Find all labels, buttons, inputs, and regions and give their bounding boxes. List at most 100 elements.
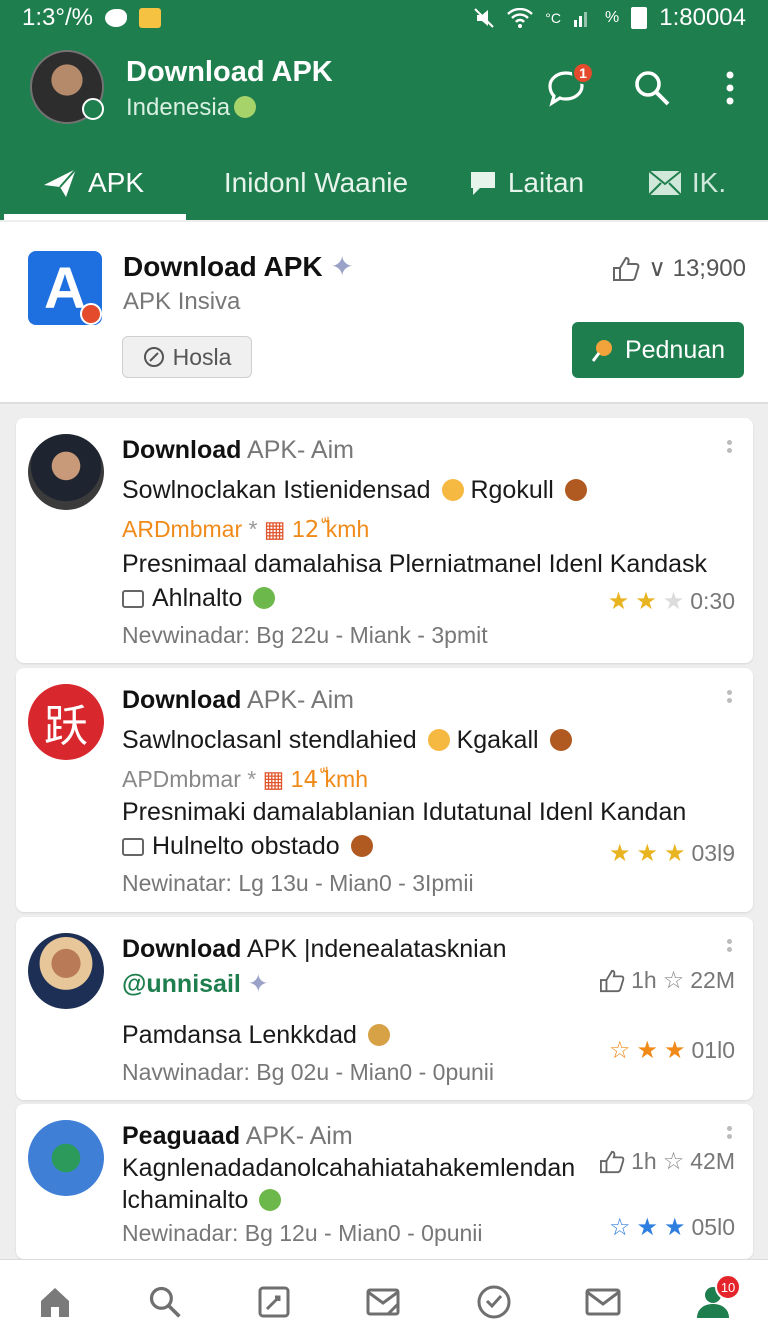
- post-title-tail: Rgokull: [470, 476, 554, 504]
- post-body: lchaminalto: [122, 1186, 282, 1215]
- chat-bubble-icon: [470, 172, 495, 195]
- post-attachment: Ahlnalto: [122, 584, 276, 613]
- battery-icon: [631, 7, 648, 29]
- sparkle-icon: ✦: [330, 251, 354, 282]
- tab-indonesia[interactable]: Inidonl Waanie: [186, 146, 446, 220]
- thumb-up-icon: [613, 256, 640, 281]
- star-icon: ★: [636, 1213, 658, 1241]
- post-rating: ★ ★ ★ 03l9: [609, 840, 735, 867]
- featured-app-card[interactable]: A Download APK ✦ APK Insiva Hosla ∨ 13;9…: [0, 222, 768, 404]
- post-footer: Nevwinadar: Bg 22u - Miank - 3pmit: [122, 622, 488, 648]
- nav-tasks[interactable]: [464, 1272, 524, 1332]
- post-footer: Newinatar: Lg 13u - Mian0 - 3Ipmii: [122, 870, 474, 896]
- post-meta-sep: *: [248, 516, 258, 542]
- post-body: Pamdansa Lenkkdad: [122, 1021, 390, 1050]
- star-icon: ★: [664, 1213, 686, 1241]
- post-title-tail: Kgakall: [456, 726, 539, 754]
- post-more-button[interactable]: [727, 690, 733, 708]
- send-icon: [43, 168, 77, 197]
- post-avatar[interactable]: [28, 434, 104, 510]
- thumb-up-icon: [600, 969, 625, 992]
- nav-profile[interactable]: 10: [683, 1272, 743, 1332]
- mail-icon: [585, 1288, 621, 1316]
- post-body: Presnimaal damalahisa Plerniatmanel Iden…: [122, 550, 708, 578]
- post-more-button[interactable]: [727, 1126, 733, 1144]
- post-avatar[interactable]: [28, 933, 104, 1009]
- wifi-icon: [507, 8, 534, 28]
- post-rating-value: 01l0: [691, 1037, 735, 1063]
- featured-subtitle: APK Insiva: [123, 288, 241, 315]
- post-card[interactable]: Peaguaad APK- Aim Kagnlenadadanolcahahia…: [16, 1104, 753, 1259]
- post-header: Download APK- Aim: [122, 436, 354, 465]
- app-subtitle-text: Indenesia: [126, 94, 231, 121]
- post-body-text: Pamdansa Lenkkdad: [122, 1021, 357, 1049]
- overflow-menu-button[interactable]: [708, 66, 752, 110]
- post-more-button[interactable]: [727, 939, 733, 957]
- tab-apk[interactable]: APK: [0, 146, 186, 220]
- nav-mail[interactable]: [573, 1272, 633, 1332]
- post-card[interactable]: Download APK- Aim Sowlnoclakan Istienide…: [16, 418, 753, 663]
- star-outline-icon: ★: [662, 587, 685, 615]
- profile-badge: 10: [715, 1274, 742, 1300]
- frog-emoji-icon: [234, 96, 257, 118]
- nav-drafts[interactable]: [354, 1272, 414, 1332]
- signal-icon: [574, 12, 587, 27]
- star-icon: ★: [636, 839, 658, 867]
- sync-status-icon: [82, 98, 104, 120]
- post-more-button[interactable]: [727, 440, 733, 458]
- tab-ik[interactable]: IK.: [606, 146, 768, 220]
- post-handle: APK- Aim: [247, 436, 354, 464]
- messages-button[interactable]: 1: [544, 62, 594, 110]
- mail-icon: [648, 170, 682, 196]
- post-handle: APK |ndenealatasknian: [247, 935, 507, 963]
- post-author: Download: [122, 436, 242, 464]
- post-meta: ARDmbmar * ▦ 12ّ kmh: [122, 516, 369, 543]
- post-handle: APK- Aim: [247, 686, 354, 714]
- thumb-up-icon: [600, 1150, 625, 1173]
- star-outline-icon: ☆: [662, 1147, 685, 1175]
- post-avatar-glyph: 跃: [44, 701, 88, 752]
- profile-avatar[interactable]: [30, 50, 104, 124]
- featured-tag-chip[interactable]: Hosla: [122, 336, 252, 378]
- featured-likes: ∨ 13;900: [612, 254, 746, 283]
- post-meta-a: APDmbmar: [122, 766, 241, 792]
- star-icon: ★: [636, 1036, 658, 1064]
- post-body: Presnimaki damalablanian Idutatunal Iden…: [122, 798, 687, 826]
- nav-search[interactable]: [135, 1272, 195, 1332]
- mute-icon: [474, 8, 494, 28]
- post-header: Download APK |ndenealatasknian: [122, 935, 506, 964]
- face-emoji-icon: [441, 479, 464, 501]
- post-card[interactable]: Download APK |ndenealatasknian @unnisail…: [16, 917, 753, 1100]
- post-author: Peaguaad: [122, 1122, 241, 1150]
- bottom-navigation: 10: [0, 1259, 768, 1344]
- tab-bar: APK Inidonl Waanie Laitan IK.: [0, 146, 768, 220]
- post-header: Download APK- Aim: [122, 686, 354, 715]
- tab-laitan[interactable]: Laitan: [446, 146, 606, 220]
- star-icon: ★: [608, 839, 631, 867]
- post-avatar[interactable]: [28, 1120, 104, 1196]
- featured-action-button[interactable]: Pednuan: [572, 322, 744, 378]
- featured-title-text: Download APK: [123, 251, 323, 282]
- home-icon: [40, 1288, 69, 1317]
- nav-compose[interactable]: [244, 1272, 304, 1332]
- post-card[interactable]: 跃 Download APK- Aim Sawlnoclasanl stendl…: [16, 668, 753, 912]
- post-meta-b: 12ّ kmh: [291, 516, 370, 542]
- post-title-text: Sowlnoclakan Istienidensad: [122, 476, 431, 504]
- tab-indonesia-label: Inidonl Waanie: [223, 167, 409, 198]
- star-icon: ★: [635, 587, 657, 615]
- status-bar: 1:3°/% °C % 1:80004: [0, 0, 768, 36]
- app-title: Download APK: [126, 56, 333, 88]
- badge-emoji-icon: [564, 479, 587, 501]
- post-handle: APK- Aim: [245, 1122, 353, 1150]
- featured-tag-label: Hosla: [172, 343, 232, 370]
- post-mention: @unnisail ✦: [122, 969, 269, 999]
- post-attachment-text: Hulnelto obstado: [152, 832, 340, 860]
- post-avatar[interactable]: 跃: [28, 684, 104, 760]
- nav-home[interactable]: [25, 1272, 85, 1332]
- notification-icon: [138, 8, 161, 28]
- globe-emoji-icon: [367, 1024, 390, 1046]
- search-button[interactable]: [630, 66, 674, 110]
- image-icon: [122, 590, 144, 608]
- battery-percent: %: [605, 9, 620, 26]
- post-footer: Navwinadar: Bg 02u - Mian0 - 0punii: [122, 1059, 495, 1085]
